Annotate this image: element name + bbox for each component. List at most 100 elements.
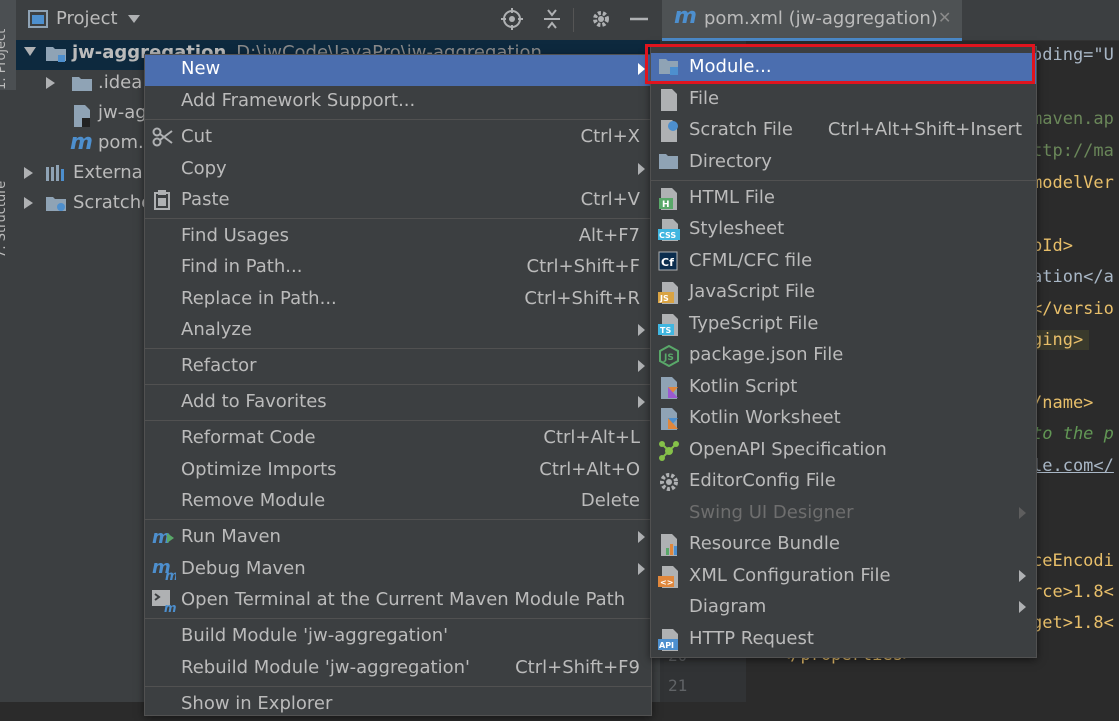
- menu-item-optimize-imports[interactable]: Optimize Imports Ctrl+Alt+O: [145, 456, 651, 487]
- submenu-item-package-json[interactable]: JS package.json File: [651, 341, 1036, 372]
- js-icon: JS: [658, 282, 678, 304]
- svg-text:m: m: [164, 601, 176, 612]
- kotlin-script-icon: [661, 377, 678, 399]
- menu-item-remove-module[interactable]: Remove Module Delete: [145, 487, 651, 518]
- submenu-item-editorconfig[interactable]: EditorConfig File: [651, 467, 1036, 498]
- menu-item-find-usages[interactable]: Find Usages Alt+F7: [145, 222, 651, 253]
- menu-item-refactor[interactable]: Refactor: [145, 352, 651, 383]
- menu-label: File: [689, 88, 720, 109]
- menu-label: Build Module 'jw-aggregation': [181, 625, 449, 646]
- menu-label: JavaScript File: [689, 281, 816, 302]
- tree-label: .idea: [98, 72, 143, 93]
- submenu-item-openapi[interactable]: OpenAPI Specification: [651, 436, 1036, 467]
- menu-item-reformat-code[interactable]: Reformat Code Ctrl+Alt+L: [145, 424, 651, 455]
- submenu-item-diagram[interactable]: Diagram: [651, 593, 1036, 624]
- menu-shortcut: Ctrl+V: [580, 189, 640, 210]
- menu-label: TypeScript File: [689, 313, 819, 334]
- tab-label: pom.xml (jw-aggregation): [704, 8, 938, 29]
- maven-run-icon: m: [152, 527, 174, 547]
- menu-item-rebuild-module[interactable]: Rebuild Module 'jw-aggregation' Ctrl+Shif…: [145, 654, 651, 685]
- submenu-item-cfml[interactable]: Cf CFML/CFC file: [651, 247, 1036, 278]
- chevron-down-icon[interactable]: [24, 47, 36, 57]
- collapse-all-icon[interactable]: [541, 8, 563, 30]
- menu-item-analyze[interactable]: Analyze: [145, 316, 651, 347]
- tree-label: pom.: [98, 132, 144, 153]
- minimize-icon[interactable]: [628, 8, 650, 30]
- locate-icon[interactable]: [501, 8, 523, 30]
- code-line: </versio: [1032, 299, 1114, 319]
- submenu-item-file[interactable]: File: [651, 85, 1036, 116]
- submenu-item-scratch-file[interactable]: Scratch File Ctrl+Alt+Shift+Insert: [651, 116, 1036, 147]
- submenu-item-resource-bundle[interactable]: Resource Bundle: [651, 530, 1036, 561]
- menu-item-replace-in-path[interactable]: Replace in Path... Ctrl+Shift+R: [145, 285, 651, 316]
- menu-separator: [145, 218, 651, 219]
- scratch-file-icon: [661, 120, 678, 142]
- gear-icon: [660, 473, 678, 491]
- submenu-arrow-icon: [638, 563, 645, 575]
- project-panel-title[interactable]: Project: [56, 8, 118, 29]
- submenu-item-kotlin-script[interactable]: Kotlin Script: [651, 373, 1036, 404]
- menu-item-show-in-explorer[interactable]: Show in Explorer: [145, 690, 651, 721]
- menu-item-copy[interactable]: Copy: [145, 155, 651, 186]
- submenu-item-http-request[interactable]: API HTTP Request: [651, 625, 1036, 656]
- scissors-icon: [152, 127, 173, 147]
- menu-item-run-maven[interactable]: m Run Maven: [145, 523, 651, 554]
- module-folder-icon: [46, 47, 66, 62]
- menu-item-add-framework-support[interactable]: Add Framework Support...: [145, 87, 651, 118]
- kotlin-worksheet-icon: [661, 408, 678, 430]
- submenu-item-directory[interactable]: Directory: [651, 148, 1036, 179]
- submenu-item-stylesheet[interactable]: CSS Stylesheet: [651, 215, 1036, 246]
- html-icon: H: [659, 188, 677, 210]
- menu-item-new[interactable]: New: [145, 55, 651, 86]
- menu-label: Paste: [181, 189, 230, 210]
- submenu-item-xml-configuration[interactable]: <> XML Configuration File: [651, 562, 1036, 593]
- menu-label: Kotlin Worksheet: [689, 407, 841, 428]
- svg-text:JS: JS: [659, 294, 669, 303]
- editor-tab-bar: m pom.xml (jw-aggregation) ✕: [660, 0, 1119, 41]
- menu-item-find-in-path[interactable]: Find in Path... Ctrl+Shift+F: [145, 253, 651, 284]
- tab-pom-xml[interactable]: m pom.xml (jw-aggregation) ✕: [662, 0, 962, 41]
- maven-m-icon: m: [674, 4, 697, 29]
- chevron-right-icon[interactable]: [24, 167, 34, 179]
- file-icon: [661, 89, 677, 111]
- submenu-arrow-icon: [1019, 507, 1026, 519]
- submenu-arrow-icon: [1019, 601, 1026, 613]
- submenu-item-kotlin-worksheet[interactable]: Kotlin Worksheet: [651, 404, 1036, 435]
- submenu-arrow-icon: [638, 163, 645, 175]
- menu-shortcut: Ctrl+Alt+O: [539, 459, 640, 480]
- menu-item-paste[interactable]: Paste Ctrl+V: [145, 186, 651, 217]
- gear-icon[interactable]: [590, 8, 612, 30]
- menu-label: Remove Module: [181, 490, 326, 511]
- menu-label: Copy: [181, 158, 227, 179]
- menu-separator: [145, 348, 651, 349]
- menu-item-add-to-favorites[interactable]: Add to Favorites: [145, 388, 651, 419]
- chevron-right-icon[interactable]: [46, 77, 56, 89]
- menu-shortcut: Ctrl+X: [580, 126, 640, 147]
- library-icon: [46, 165, 64, 181]
- submenu-item-html-file[interactable]: H HTML File: [651, 184, 1036, 215]
- chevron-right-icon[interactable]: [24, 197, 34, 209]
- svg-text:H: H: [662, 200, 670, 210]
- submenu-arrow-icon: [638, 396, 645, 408]
- menu-label: Replace in Path...: [181, 288, 337, 309]
- close-icon[interactable]: ✕: [938, 8, 951, 27]
- line-number: 21: [668, 676, 688, 695]
- menu-item-debug-maven[interactable]: mm Debug Maven: [145, 555, 651, 586]
- submenu-item-javascript-file[interactable]: JS JavaScript File: [651, 278, 1036, 309]
- chevron-down-icon[interactable]: [128, 15, 140, 23]
- tree-label: jw-ag: [98, 102, 147, 123]
- menu-item-cut[interactable]: Cut Ctrl+X: [145, 123, 651, 154]
- menu-shortcut: Ctrl+Shift+R: [524, 288, 640, 309]
- project-view-icon: [28, 10, 48, 28]
- menu-item-build-module[interactable]: Build Module 'jw-aggregation': [145, 622, 651, 653]
- menu-label: Optimize Imports: [181, 459, 337, 480]
- xml-icon: <>: [658, 566, 678, 588]
- menu-shortcut: Ctrl+Shift+F9: [515, 657, 640, 678]
- nodejs-icon: JS: [659, 345, 679, 367]
- submenu-item-typescript-file[interactable]: TS TypeScript File: [651, 310, 1036, 341]
- menu-item-open-terminal[interactable]: m Open Terminal at the Current Maven Mod…: [145, 586, 651, 617]
- menu-label: Cut: [181, 126, 213, 147]
- svg-text:CSS: CSS: [659, 231, 676, 240]
- menu-label: Reformat Code: [181, 427, 316, 448]
- code-line: ceEncodi: [1032, 551, 1114, 571]
